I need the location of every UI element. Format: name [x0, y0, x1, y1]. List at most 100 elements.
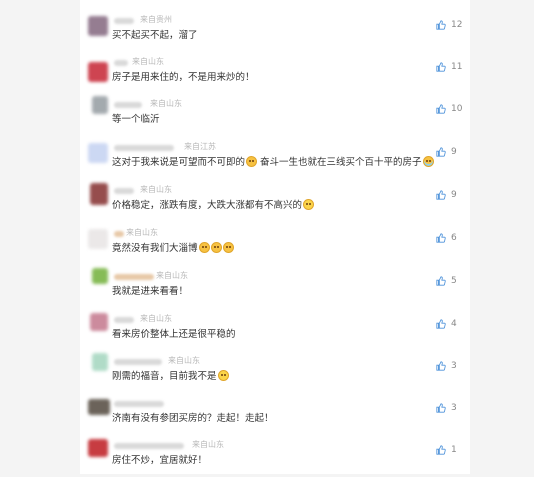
- thumbs-up-icon: [436, 147, 446, 157]
- like-count: 5: [451, 276, 457, 286]
- thumbs-up-icon: [436, 319, 446, 329]
- list-item: 来自山东 刚需的福音，目前我不是 3: [80, 351, 470, 393]
- like-count: 12: [451, 20, 463, 30]
- list-item: 济南有没有参团买房的？走起！走起！ 3: [80, 393, 470, 435]
- username-blurred[interactable]: [114, 18, 134, 24]
- like-button[interactable]: 12: [436, 20, 462, 30]
- like-count: 3: [451, 361, 457, 371]
- avatar[interactable]: [88, 143, 108, 163]
- thumbs-up-icon: [436, 190, 446, 200]
- like-count: 3: [451, 403, 457, 413]
- avatar[interactable]: [90, 313, 108, 331]
- comment-text: 我就是进来看看！: [112, 286, 189, 297]
- thumbs-up-icon: [436, 403, 446, 413]
- comment-text-part: 奋斗一生也就在三线买个百十平的房子: [257, 157, 422, 168]
- avatar[interactable]: [88, 229, 108, 249]
- like-count: 9: [451, 147, 457, 157]
- comment-text: 房住不炒，宜居就好！: [112, 455, 208, 466]
- list-item: 来自山东 房住不炒，宜居就好！ 1: [80, 435, 470, 477]
- location-label: 来自山东: [192, 440, 224, 449]
- like-button[interactable]: 9: [436, 147, 457, 157]
- list-item: 来自山东 看来房价整体上还是很平稳的 4: [80, 309, 470, 351]
- like-count: 4: [451, 319, 457, 329]
- grin-emoji-icon: [217, 370, 229, 381]
- avatar[interactable]: [88, 399, 110, 415]
- avatar[interactable]: [92, 96, 108, 114]
- username-blurred[interactable]: [114, 443, 184, 449]
- like-count: 11: [451, 62, 463, 72]
- list-item: 来自山东 房子是用来住的，不是用来炒的！ 11: [80, 52, 470, 94]
- location-label: 来自山东: [168, 356, 200, 365]
- thumbs-up-icon: [436, 445, 446, 455]
- username-blurred[interactable]: [114, 231, 124, 237]
- thumbs-up-icon: [436, 104, 446, 114]
- location-label: 来自山东: [156, 271, 188, 280]
- avatar[interactable]: [90, 183, 108, 205]
- username-blurred[interactable]: [114, 188, 134, 194]
- location-label: 来自江苏: [184, 142, 216, 151]
- comment-text-part: 刚需的福音，目前我不是: [112, 371, 217, 382]
- location-label: 来自山东: [132, 57, 164, 66]
- like-button[interactable]: 11: [436, 62, 462, 72]
- thumbs-up-icon: [436, 62, 446, 72]
- location-label: 来自山东: [140, 185, 172, 194]
- comment-text: 看来房价整体上还是很平稳的: [112, 329, 236, 340]
- list-item: 来自江苏 这对于我来说是可望而不可即的 奋斗一生也就在三线买个百十平的房子 9: [80, 137, 470, 179]
- like-button[interactable]: 1: [436, 445, 457, 455]
- list-item: 来自山东 我就是进来看看！ 5: [80, 266, 470, 308]
- comment-text: 刚需的福音，目前我不是: [112, 370, 229, 384]
- like-button[interactable]: 5: [436, 276, 457, 286]
- like-count: 1: [451, 445, 457, 455]
- like-button[interactable]: 3: [436, 403, 457, 413]
- comment-text: 买不起买不起，溜了: [112, 30, 198, 41]
- username-blurred[interactable]: [114, 274, 154, 280]
- avatar[interactable]: [88, 16, 108, 36]
- avatar[interactable]: [88, 439, 108, 457]
- hand-emoji-icon: [246, 156, 258, 167]
- username-blurred[interactable]: [114, 102, 142, 108]
- comment-text: 济南有没有参团买房的？走起！走起！: [112, 413, 274, 424]
- like-count: 10: [451, 104, 463, 114]
- username-blurred[interactable]: [114, 317, 134, 323]
- comment-text: 竟然没有我们大淄博: [112, 242, 234, 256]
- pleading-emoji-icon: [210, 242, 222, 253]
- crying-emoji-icon: [422, 156, 434, 167]
- like-count: 6: [451, 233, 457, 243]
- username-blurred[interactable]: [114, 359, 162, 365]
- like-button[interactable]: 6: [436, 233, 457, 243]
- comment-text: 价格稳定，涨跌有度，大跌大涨都有不高兴的: [112, 199, 315, 213]
- location-label: 来自贵州: [140, 15, 172, 24]
- like-button[interactable]: 9: [436, 190, 457, 200]
- comment-text: 等一个临沂: [112, 114, 160, 125]
- grin-emoji-icon: [303, 199, 315, 210]
- username-blurred[interactable]: [114, 401, 164, 407]
- comment-feed: 来自贵州 买不起买不起，溜了 12 来自山东 房子是用来住的，不是用来炒的！ 1…: [80, 0, 470, 474]
- location-label: 来自山东: [150, 99, 182, 108]
- thumbs-up-icon: [436, 20, 446, 30]
- like-button[interactable]: 3: [436, 361, 457, 371]
- comment-text-part: 这对于我来说是可望而不可即的: [112, 157, 246, 168]
- list-item: 来自山东 竟然没有我们大淄博 6: [80, 223, 470, 265]
- comment-text: 这对于我来说是可望而不可即的 奋斗一生也就在三线买个百十平的房子: [112, 156, 434, 170]
- username-blurred[interactable]: [114, 145, 174, 151]
- like-button[interactable]: 4: [436, 319, 457, 329]
- thumbs-up-icon: [436, 361, 446, 371]
- comment-text: 房子是用来住的，不是用来炒的！: [112, 72, 255, 83]
- list-item: 来自贵州 买不起买不起，溜了 12: [80, 10, 470, 52]
- list-item: 来自山东 价格稳定，涨跌有度，大跌大涨都有不高兴的 9: [80, 180, 470, 222]
- pleading-emoji-icon: [198, 242, 210, 253]
- location-label: 来自山东: [126, 228, 158, 237]
- username-blurred[interactable]: [114, 60, 128, 66]
- thumbs-up-icon: [436, 233, 446, 243]
- avatar[interactable]: [88, 62, 108, 82]
- pleading-emoji-icon: [222, 242, 234, 253]
- like-count: 9: [451, 190, 457, 200]
- avatar[interactable]: [92, 353, 108, 371]
- comment-text-part: 价格稳定，涨跌有度，大跌大涨都有不高兴的: [112, 200, 303, 211]
- avatar[interactable]: [92, 268, 108, 284]
- comment-text-part: 竟然没有我们大淄博: [112, 243, 198, 254]
- list-item: 来自山东 等一个临沂 10: [80, 94, 470, 136]
- like-button[interactable]: 10: [436, 104, 462, 114]
- location-label: 来自山东: [140, 314, 172, 323]
- thumbs-up-icon: [436, 276, 446, 286]
